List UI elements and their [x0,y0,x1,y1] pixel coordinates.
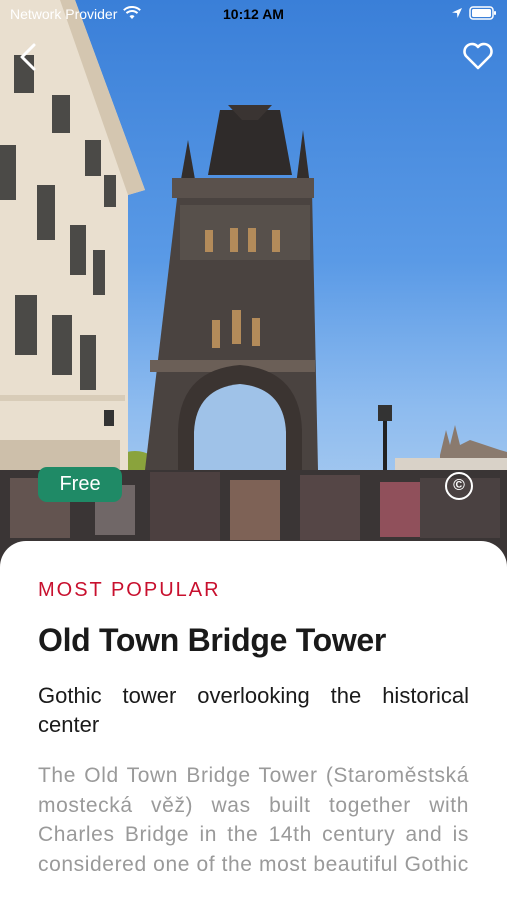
back-button[interactable] [14,40,46,74]
status-time: 10:12 AM [223,6,284,22]
page-title: Old Town Bridge Tower [38,622,387,658]
subtitle: Gothic tower overlooking the historical … [38,683,469,737]
category-label: MOST POPULAR [38,579,221,601]
detail-sheet: MOST POPULAR Old Town Bridge Tower Gothi… [0,541,507,900]
favorite-button[interactable] [461,40,495,72]
copyright-icon[interactable]: © [445,472,473,500]
hero-image: Network Provider 10:12 AM Free © [0,0,507,580]
price-badge: Free [38,467,122,502]
description-text: The Old Town Bridge Tower (Staroměstská … [38,764,469,876]
heart-outline-icon [463,42,493,70]
chevron-left-icon [20,43,36,71]
